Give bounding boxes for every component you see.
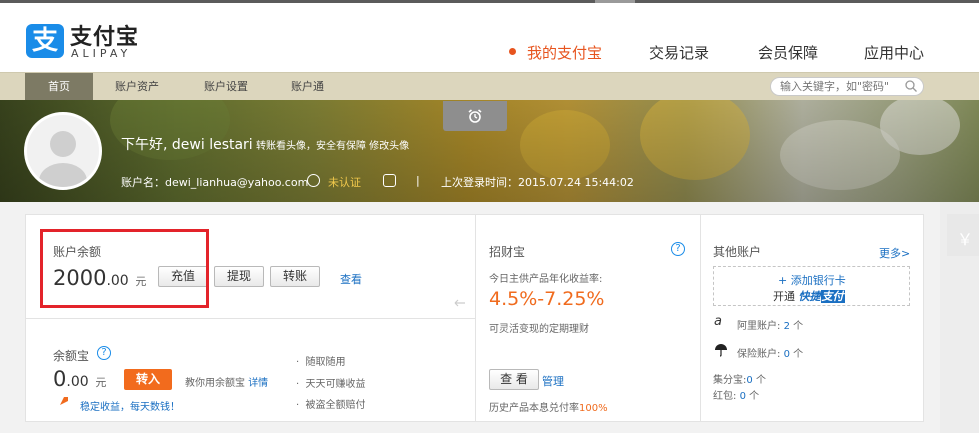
nav-member-protection[interactable]: 会员保障 bbox=[758, 42, 818, 63]
nav-transactions[interactable]: 交易记录 bbox=[649, 42, 709, 63]
transfer-in-button[interactable]: 转入 bbox=[124, 369, 172, 390]
yuebao-teach: 教你用余额宝 详情 bbox=[185, 378, 269, 389]
feature-item: · 随取随用 bbox=[296, 357, 346, 368]
verify-status[interactable]: 未认证 bbox=[328, 174, 361, 190]
avatar-links[interactable]: 转账看头像，安全有保障 修改头像 bbox=[256, 137, 409, 152]
manage-link[interactable]: 管理 bbox=[542, 373, 564, 389]
zhaocaibao-label: 招财宝 bbox=[489, 245, 526, 259]
quickpay-link[interactable]: 开通 快捷支付 bbox=[773, 288, 845, 304]
view-button[interactable]: 查 看 bbox=[489, 369, 539, 390]
add-bank-card-box[interactable]: + 添加银行卡 开通 快捷支付 bbox=[713, 266, 910, 306]
separator: | bbox=[416, 174, 420, 187]
zhaocaibao-desc: 可灵活变现的定期理财 bbox=[489, 324, 589, 335]
refresh-icon[interactable] bbox=[454, 298, 466, 308]
side-tab[interactable]: ￥ bbox=[947, 214, 979, 256]
help-icon[interactable]: ? bbox=[97, 346, 111, 360]
subnav-account-link[interactable]: 账户通 bbox=[291, 73, 324, 100]
zhaocaibao-subtitle: 今日主供产品年化收益率: bbox=[489, 274, 603, 285]
account-name: dewi_lianhua@yahoo.com bbox=[165, 176, 309, 189]
greeting: 下午好, dewi lestari bbox=[121, 137, 253, 153]
account-label: 账户名： bbox=[121, 176, 165, 189]
rocket-icon bbox=[57, 397, 68, 408]
subnav-assets[interactable]: 账户资产 bbox=[115, 73, 159, 100]
more-link[interactable]: 更多> bbox=[879, 245, 910, 261]
yuebao-amount: 0.00 元 bbox=[53, 367, 107, 391]
zhaocaibao-rate: 4.5%-7.25% bbox=[489, 288, 605, 310]
withdraw-button[interactable]: 提现 bbox=[214, 266, 264, 287]
yen-icon: ￥ bbox=[957, 230, 974, 249]
alipay-logo-icon[interactable]: 支 bbox=[26, 24, 64, 58]
ali-account-icon: a bbox=[714, 314, 722, 329]
hongbao[interactable]: 红包: 0 个 bbox=[713, 387, 759, 402]
add-bank-card-link[interactable]: + 添加银行卡 bbox=[778, 272, 846, 288]
search-box bbox=[770, 77, 924, 96]
clock-tab[interactable] bbox=[443, 101, 507, 131]
header: 支 支付宝 ALIPAY 我的支付宝 交易记录 会员保障 应用中心 bbox=[0, 3, 979, 72]
nav-app-center[interactable]: 应用中心 bbox=[864, 42, 924, 63]
default-user-icon bbox=[39, 131, 87, 187]
active-dot-icon bbox=[509, 48, 516, 55]
alarm-clock-icon bbox=[468, 109, 482, 123]
brand-sub: ALIPAY bbox=[71, 47, 132, 60]
phone-icon[interactable] bbox=[383, 174, 396, 187]
insurance-account[interactable]: 保险账户: 0 个 bbox=[737, 345, 803, 360]
umbrella-icon bbox=[715, 344, 727, 357]
user-verify-icon bbox=[307, 174, 320, 187]
help-icon[interactable]: ? bbox=[671, 242, 685, 256]
search-input[interactable] bbox=[780, 79, 898, 94]
jifenbao[interactable]: 集分宝:0 个 bbox=[713, 371, 766, 386]
ali-account[interactable]: 阿里账户: 2 个 bbox=[737, 317, 803, 332]
highlight-box bbox=[40, 229, 209, 308]
search-icon[interactable] bbox=[904, 79, 918, 93]
feature-item: · 天天可赚收益 bbox=[296, 379, 366, 390]
yuebao-promo[interactable]: 稳定收益，每天数钱！ bbox=[80, 398, 180, 413]
view-balance-link[interactable]: 查看 bbox=[340, 271, 362, 287]
account-info: 账户名：dewi_lianhua@yahoo.com bbox=[121, 174, 308, 190]
transfer-button[interactable]: 转账 bbox=[270, 266, 320, 287]
avatar[interactable] bbox=[24, 112, 102, 190]
subnav-home[interactable]: 首页 bbox=[25, 73, 93, 100]
yuebao-label: 余额宝 bbox=[53, 349, 90, 363]
subnav-settings[interactable]: 账户设置 bbox=[204, 73, 248, 100]
sub-nav: 首页 账户资产 账户设置 账户通 bbox=[0, 72, 979, 100]
other-accounts-label: 其他账户 bbox=[713, 245, 762, 259]
history-rate: 历史产品本息兑付率100% bbox=[489, 403, 608, 414]
last-login: 上次登录时间：2015.07.24 15:44:02 bbox=[441, 176, 634, 189]
feature-item: · 被盗全额赔付 bbox=[296, 400, 366, 411]
nav-my-alipay[interactable]: 我的支付宝 bbox=[527, 42, 602, 63]
